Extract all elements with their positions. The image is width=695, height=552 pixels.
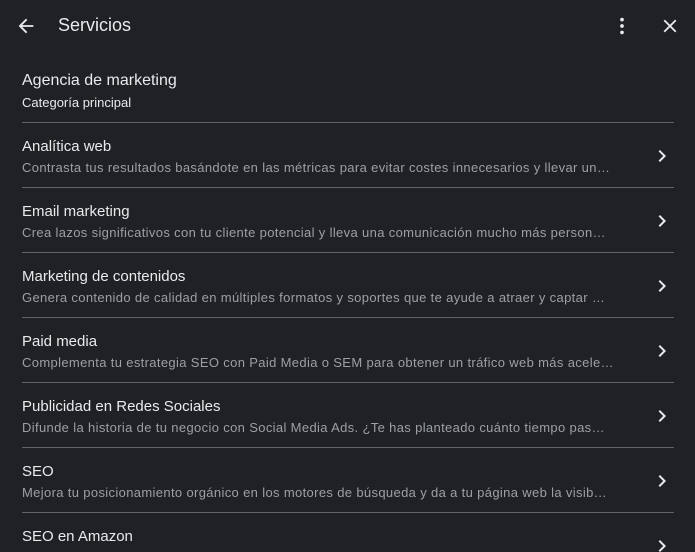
service-description: Mejora tu posicionamiento orgánico en lo… [22,485,608,500]
service-description: Genera contenido de calidad en múltiples… [22,290,606,305]
service-description: Difunde la historia de tu negocio con So… [22,420,605,435]
close-icon [663,19,677,33]
dialog-header: Servicios [0,0,695,52]
service-name: Analítica web [22,138,112,155]
service-name: Paid media [22,333,98,350]
more-vert-icon [620,17,624,35]
back-button[interactable] [10,10,42,42]
service-name: SEO [22,463,54,480]
service-name: Email marketing [22,203,130,220]
service-item-seo[interactable]: SEO Mejora tu posicionamiento orgánico e… [0,448,695,513]
chevron-right-icon [658,150,666,162]
service-description: Crea lazos significativos con tu cliente… [22,225,606,240]
page-title: Servicios [58,15,132,35]
primary-category-name: Agencia de marketing [22,72,177,89]
service-item-paid-media[interactable]: Paid media Complementa tu estrategia SEO… [0,318,695,383]
service-description: Contrasta tus resultados basándote en la… [22,160,611,175]
service-item-seo-en-amazon[interactable]: SEO en Amazon [0,513,695,552]
chevron-right-icon [658,475,666,487]
primary-category-label: Categoría principal [22,95,132,110]
chevron-right-icon [658,540,666,552]
more-options-button[interactable] [606,10,638,42]
services-list: Analítica web Contrasta tus resultados b… [0,123,695,552]
primary-category: Agencia de marketing Categoría principal [22,70,674,122]
service-name: Marketing de contenidos [22,268,186,285]
service-description: Complementa tu estrategia SEO con Paid M… [22,355,614,370]
service-item-marketing-de-contenidos[interactable]: Marketing de contenidos Genera contenido… [0,253,695,318]
arrow-back-icon [18,18,34,34]
service-item-publicidad-redes-sociales[interactable]: Publicidad en Redes Sociales Difunde la … [0,383,695,448]
close-button[interactable] [654,10,686,42]
service-name: SEO en Amazon [22,528,133,545]
service-item-email-marketing[interactable]: Email marketing Crea lazos significativo… [0,188,695,253]
chevron-right-icon [658,345,666,357]
chevron-right-icon [658,215,666,227]
service-name: Publicidad en Redes Sociales [22,398,221,415]
service-item-analitica-web[interactable]: Analítica web Contrasta tus resultados b… [0,123,695,188]
chevron-right-icon [658,410,666,422]
chevron-right-icon [658,280,666,292]
